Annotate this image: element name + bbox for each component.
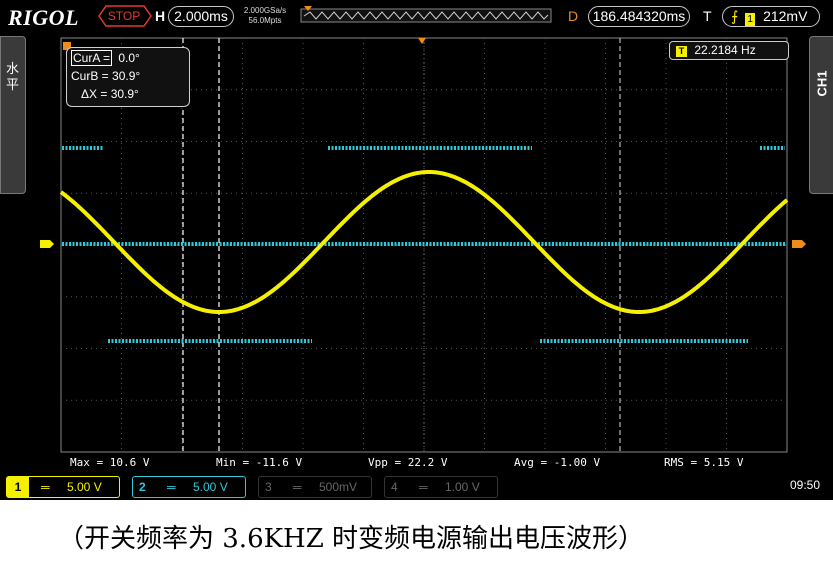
ch1-scale-button[interactable]: 1 ═ 5.00 V	[6, 476, 120, 498]
ch3-scale: 500mV	[319, 480, 358, 494]
measurement-min: Min = -11.6 V	[216, 456, 303, 469]
ch3-coupling-icon: ═	[293, 480, 302, 494]
measurement-rms: RMS = 5.15 V	[664, 456, 744, 469]
ch3-number: 3	[265, 480, 272, 494]
ch2-scale-button[interactable]: 2 ═ 5.00 V	[132, 476, 246, 498]
clock: 09:50	[790, 478, 821, 492]
measurement-vpp: Vpp = 22.2 V	[368, 456, 448, 469]
frequency-value: 22.2184 Hz	[694, 43, 756, 57]
caption-text: （开关频率为 3.6KHZ 时变频电源输出电压波形）	[58, 524, 645, 554]
cursor-b-readout: CurB = 30.9°	[71, 69, 141, 83]
delta-x-readout: ΔX = 30.9°	[81, 87, 139, 101]
ch1-coupling-icon: ═	[41, 480, 50, 494]
ch2-coupling-icon: ═	[167, 480, 176, 494]
cursor-a-value: 0.0°	[118, 51, 140, 65]
ch1-number: 1	[7, 477, 29, 497]
cursor-readout: CurA = 0.0° CurB = 30.9° ΔX = 30.9°	[66, 47, 190, 107]
oscilloscope-screen: RIGOL STOP H 2.000ms 2.000GSa/s 56.0Mpts…	[0, 0, 833, 500]
ch4-scale-button[interactable]: 4 ═ 1.00 V	[384, 476, 498, 498]
trigger-level-marker	[792, 240, 806, 248]
ch4-number: 4	[391, 480, 398, 494]
trigger-time-marker	[418, 38, 426, 44]
measurement-max: Max = 10.6 V	[70, 456, 150, 469]
frequency-counter: T 22.2184 Hz	[669, 41, 789, 60]
cursor-a-label: CurA =	[71, 50, 113, 66]
ch3-scale-button[interactable]: 3 ═ 500mV	[258, 476, 372, 498]
figure-caption: （开关频率为 3.6KHZ 时变频电源输出电压波形）	[0, 500, 833, 566]
ch1-scale: 5.00 V	[67, 480, 102, 494]
ch4-coupling-icon: ═	[419, 480, 428, 494]
ch4-scale: 1.00 V	[445, 480, 480, 494]
ch2-number: 2	[139, 480, 146, 494]
counter-t-icon: T	[676, 46, 687, 57]
ch1-ground-marker	[40, 240, 54, 248]
ch2-scale: 5.00 V	[193, 480, 228, 494]
measurement-avg: Avg = -1.00 V	[514, 456, 601, 469]
